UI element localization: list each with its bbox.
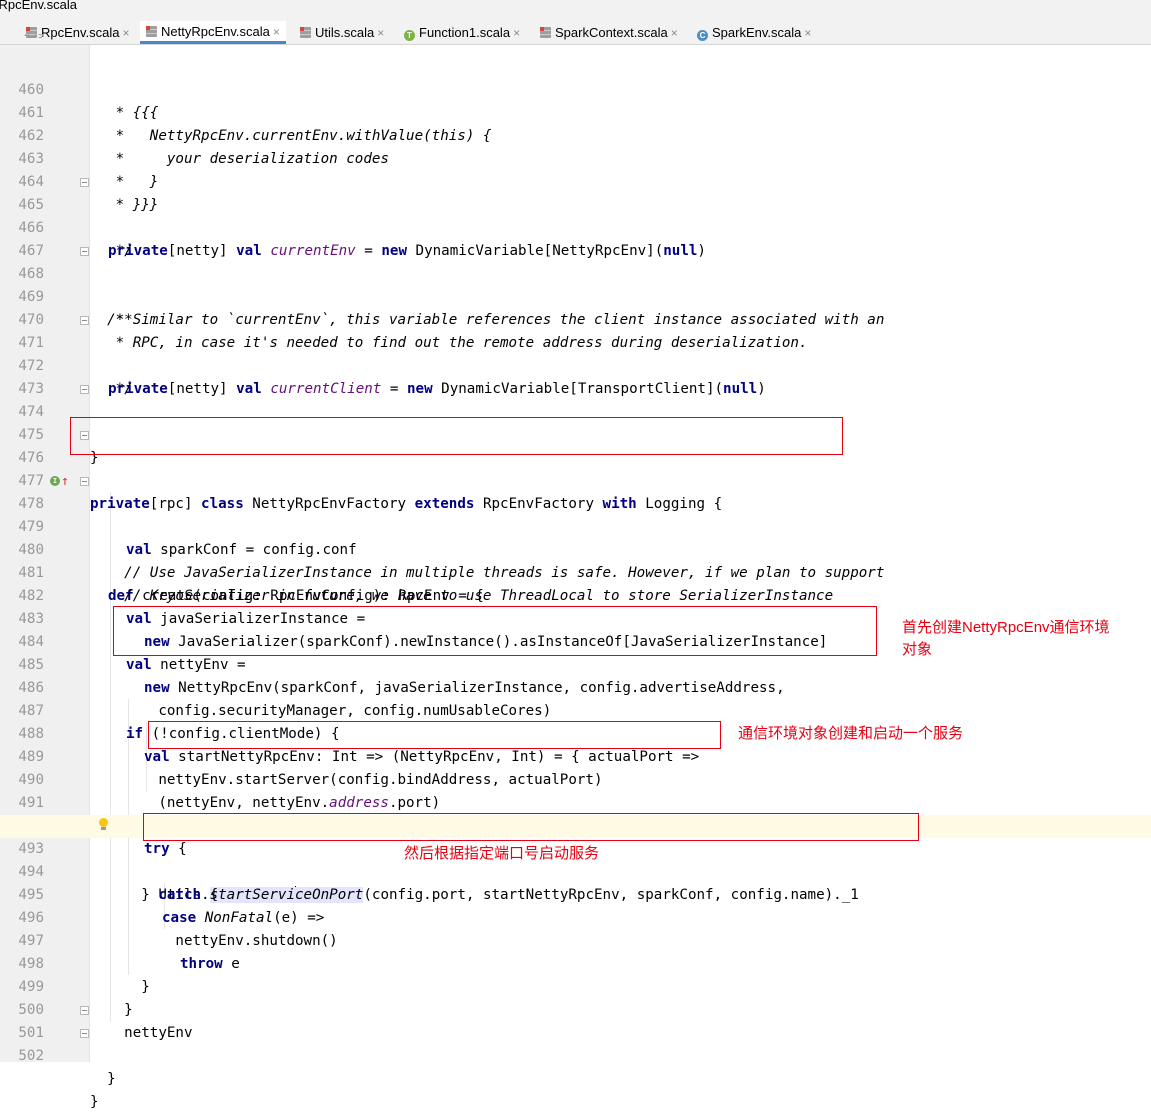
code-line[interactable]: 478 I ↑ def create(config: RpcEnvConfig)…: [0, 470, 1151, 604]
code-line[interactable]: 460 * {{{: [0, 56, 1151, 121]
code-line[interactable]: 500 nettyEnv: [0, 976, 1151, 1041]
highlight-box-factory-class: [70, 417, 843, 455]
code-line[interactable]: 463 * }: [0, 125, 1151, 190]
code-line[interactable]: 470 * RPC, in case it's needed to find o…: [0, 286, 1151, 351]
annotation-start-server: 通信环境对象创建和启动一个服务: [738, 725, 964, 742]
code-line[interactable]: 465 */: [0, 171, 1151, 259]
code-line[interactable]: 466 private[netty] val currentEnv = new …: [0, 194, 1151, 259]
code-line[interactable]: 468 /**: [0, 240, 1151, 328]
code-line[interactable]: 487 if (!config.clientMode) {: [0, 677, 1151, 742]
window-title: yRpcEnv.scala: [0, 0, 78, 12]
highlight-box-create-env: [113, 606, 877, 656]
code-line[interactable]: 499 }: [0, 953, 1151, 1018]
code-line[interactable]: 472 private[netty] val currentClient = n…: [0, 332, 1151, 397]
fold-marker-icon[interactable]: [80, 385, 89, 394]
annotation-create-env: 首先创建NettyRpcEnv通信环境 对象: [902, 619, 1110, 658]
partial-line: 459: [0, 34, 1151, 46]
fold-marker-icon[interactable]: [80, 247, 89, 256]
code-line[interactable]: 469 * Similar to `currentEnv`, this vari…: [0, 263, 1151, 328]
code-line[interactable]: 473: [0, 355, 1151, 397]
lightbulb-icon[interactable]: [98, 818, 109, 831]
highlight-box-start-server: [148, 721, 721, 749]
window-title-bar: yRpcEnv.scala: [0, 0, 1151, 18]
fold-marker-icon[interactable]: [80, 178, 89, 187]
code-line[interactable]: 461 * NettyRpcEnv.currentEnv.withValue(t…: [0, 79, 1151, 144]
code-text: }: [90, 1071, 116, 1087]
code-line[interactable]: 497 throw e: [0, 907, 1151, 972]
code-text: }: [90, 1094, 99, 1110]
code-line[interactable]: 482 val javaSerializerInstance =: [0, 562, 1151, 627]
code-line[interactable]: 502 }: [0, 1022, 1151, 1110]
code-line[interactable]: 503: [0, 1045, 1151, 1062]
code-line[interactable]: 474 }: [0, 378, 1151, 466]
code-line[interactable]: 491 }: [0, 769, 1151, 834]
line-number: 459: [24, 34, 44, 41]
fold-marker-icon[interactable]: [80, 477, 89, 486]
code-line[interactable]: 492 try {: [0, 792, 1151, 857]
code-line[interactable]: 480 // Use JavaSerializerInstance in mul…: [0, 516, 1151, 581]
code-line[interactable]: 483 new JavaSerializer(sparkConf).newIns…: [0, 585, 1151, 650]
implements-method-icon[interactable]: I: [50, 476, 60, 486]
code-line[interactable]: 471 */: [0, 309, 1151, 397]
code-line[interactable]: 467: [0, 217, 1151, 259]
fold-marker-icon[interactable]: [80, 316, 89, 325]
fold-marker-icon[interactable]: [80, 1006, 89, 1015]
code-line[interactable]: 501 }: [0, 999, 1151, 1087]
fold-marker-icon[interactable]: [80, 1029, 89, 1038]
code-line[interactable]: 496 nettyEnv.shutdown(): [0, 884, 1151, 949]
code-line[interactable]: 488 val startNettyRpcEnv: Int => (NettyR…: [0, 700, 1151, 765]
arrow-up-icon[interactable]: ↑: [61, 470, 69, 493]
highlight-box-start-service: [143, 813, 919, 841]
code-line[interactable]: 464 * }}}: [0, 148, 1151, 213]
code-line[interactable]: 481 // KryoSerializer in future, we have…: [0, 539, 1151, 604]
annotation-start-service: 然后根据指定端口号启动服务: [404, 845, 600, 862]
code-line[interactable]: 479 val sparkConf = config.conf: [0, 493, 1151, 558]
code-line[interactable]: 490 (nettyEnv, nettyEnv.address.port): [0, 746, 1151, 811]
code-line[interactable]: 462 * your deserialization codes: [0, 102, 1151, 167]
code-line[interactable]: 498 }: [0, 930, 1151, 995]
